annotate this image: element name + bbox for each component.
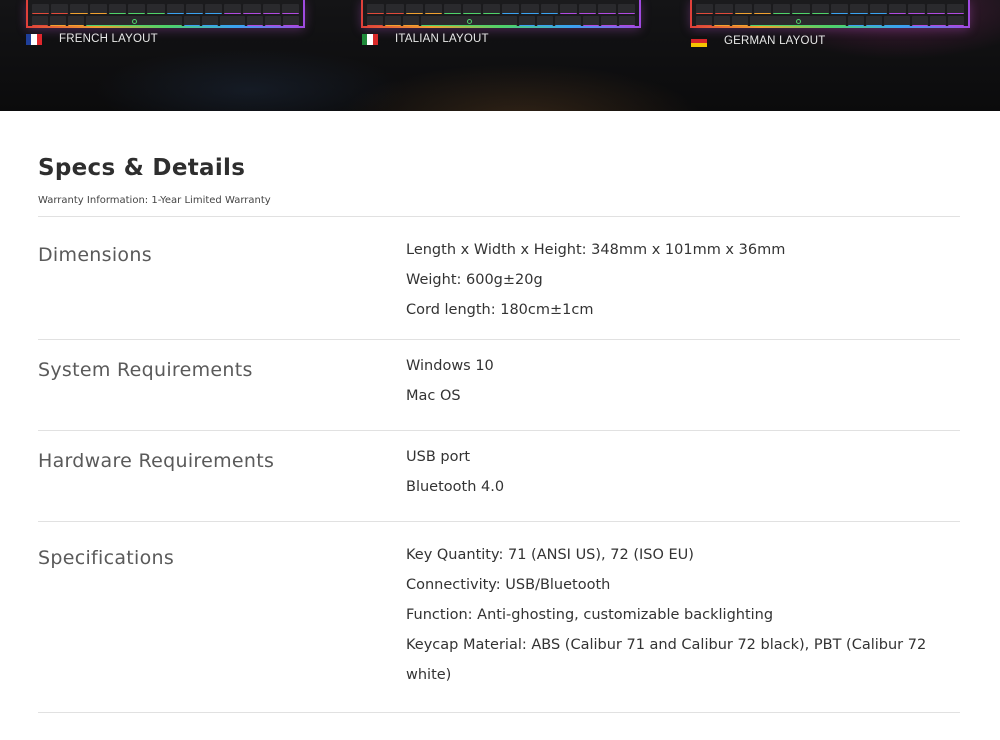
layout-label-italian: ITALIAN LAYOUT [362, 33, 489, 45]
italy-flag-icon [362, 33, 378, 45]
spec-value: Weight: 600g±20g [406, 272, 543, 288]
spec-table: Dimensions Length x Width x Height: 348m… [38, 216, 960, 713]
layout-label-french: FRENCH LAYOUT [26, 33, 158, 45]
warranty-info: Warranty Information: 1-Year Limited War… [38, 195, 271, 206]
spec-value: Key Quantity: 71 (ANSI US), 72 (ISO EU) [406, 547, 694, 563]
france-flag-icon [26, 33, 42, 45]
layout-label-text: ITALIAN LAYOUT [395, 33, 489, 45]
layout-label-text: FRENCH LAYOUT [59, 33, 158, 45]
spec-row-specifications: Specifications Key Quantity: 71 (ANSI US… [38, 522, 960, 713]
spec-value: Function: Anti-ghosting, customizable ba… [406, 607, 774, 623]
section-title: Specs & Details [38, 155, 246, 181]
spec-value: Length x Width x Height: 348mm x 101mm x… [406, 242, 786, 258]
spec-value: Windows 10 [406, 358, 494, 374]
spec-label: Specifications [38, 547, 175, 569]
spec-row-system-requirements: System Requirements Windows 10 Mac OS [38, 340, 960, 431]
spec-label: Dimensions [38, 244, 152, 266]
spec-values: Windows 10 Mac OS [406, 340, 960, 430]
spec-value: Bluetooth 4.0 [406, 479, 505, 495]
layout-label-german: GERMAN LAYOUT [691, 35, 825, 47]
spec-values: USB port Bluetooth 4.0 [406, 431, 960, 521]
spec-values: Length x Width x Height: 348mm x 101mm x… [406, 217, 960, 339]
spec-value: Mac OS [406, 388, 461, 404]
keyboard-image-italian [361, 0, 641, 28]
layout-label-text: GERMAN LAYOUT [724, 35, 826, 47]
specs-section: Specs & Details Warranty Information: 1-… [38, 111, 960, 713]
spec-value: USB port [406, 449, 471, 465]
keyboard-image-german [690, 0, 970, 28]
spec-value: Cord length: 180cm±1cm [406, 302, 594, 318]
germany-flag-icon [691, 35, 707, 47]
spec-value: Connectivity: USB/Bluetooth [406, 577, 611, 593]
spec-row-dimensions: Dimensions Length x Width x Height: 348m… [38, 217, 960, 340]
spec-label: System Requirements [38, 359, 253, 381]
spec-values: Key Quantity: 71 (ANSI US), 72 (ISO EU) … [406, 522, 960, 712]
keyboard-image-french [26, 0, 305, 28]
spec-value: Keycap Material: ABS (Calibur 71 and Cal… [406, 637, 927, 683]
spec-label: Hardware Requirements [38, 450, 275, 472]
spec-row-hardware-requirements: Hardware Requirements USB port Bluetooth… [38, 431, 960, 522]
hero-banner: FRENCH LAYOUT ITALIAN LAYOUT GERMAN LAYO… [0, 0, 1000, 111]
